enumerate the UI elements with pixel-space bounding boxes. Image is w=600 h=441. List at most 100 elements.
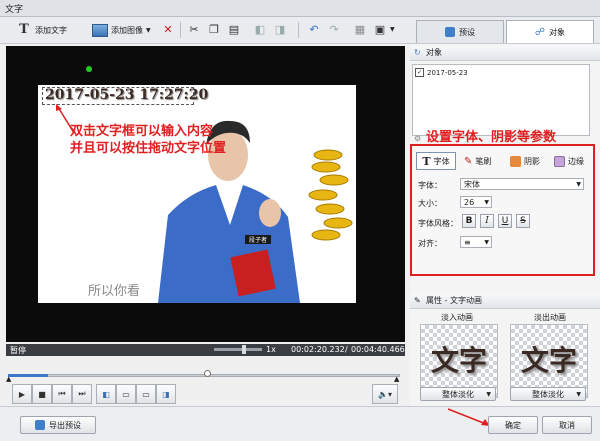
toolbar: T 添加文字 添加图像 ▼ ✕ ✂ ❐ ▤ ◧ ◨ ↶ ↷ ▦ ▣ ▼ — [0, 17, 410, 44]
add-image-label: 添加图像 — [111, 25, 143, 35]
strikethrough-button[interactable]: S — [516, 214, 530, 228]
image-icon — [92, 23, 108, 37]
italic-button[interactable]: I — [480, 214, 494, 228]
export-preset-label: 导出预设 — [49, 420, 81, 430]
tab-objects[interactable]: ☍ 对象 — [506, 20, 594, 43]
cancel-button[interactable]: 取消 — [542, 416, 592, 434]
animation-header-label: 属性 - 文字动画 — [426, 296, 482, 305]
undo-icon[interactable]: ↶ — [306, 23, 322, 37]
paste-icon[interactable]: ▤ — [226, 23, 242, 37]
bold-button[interactable]: B — [462, 214, 476, 228]
align-select[interactable]: ≡ ▼ — [460, 236, 492, 248]
zoom-slider-thumb[interactable] — [242, 345, 246, 354]
fade-out-sample-text: 文字 — [520, 344, 577, 377]
play-button[interactable]: ▶ — [12, 384, 32, 404]
tab-presets-label: 预设 — [459, 27, 475, 37]
zoom-level: 1x — [266, 345, 276, 354]
prev-frame-button[interactable]: ⏮ — [52, 384, 72, 404]
ok-button[interactable]: 确定 — [488, 416, 538, 434]
properties-icon: ✎ — [414, 296, 421, 305]
send-backward-icon[interactable]: ◨ — [272, 23, 288, 37]
fade-in-select[interactable]: 整体淡化 ▼ — [420, 387, 496, 401]
screen-icon[interactable]: ▣ — [372, 23, 388, 37]
animation-header: ✎ 属性 - 文字动画 — [410, 294, 600, 309]
tab-brush-label: 笔刷 — [475, 156, 492, 166]
brush-icon: ✎ — [464, 155, 473, 167]
annotation-arrow-ok — [447, 408, 490, 426]
time-current: 00:02:20.232 — [291, 345, 345, 354]
delete-icon[interactable]: ✕ — [160, 23, 176, 37]
rotate-handle[interactable] — [86, 66, 92, 72]
video-caption: 所以你看 — [88, 283, 140, 299]
checkbox-icon[interactable]: ✓ — [415, 68, 424, 77]
size-select[interactable]: 26 ▼ — [460, 196, 492, 208]
tab-presets[interactable]: 预设 — [416, 20, 504, 43]
right-panel: ↻ 对象 ✓ 2017-05-23 ⚙ 设置字体、阴影等参数 T 字体 ✎ 笔刷… — [410, 44, 600, 406]
add-image-button[interactable]: 添加图像 ▼ — [92, 21, 151, 39]
chevron-down-icon: ▼ — [484, 239, 489, 246]
tab-shadow-label: 阴影 — [524, 156, 540, 166]
toolbar-separator — [180, 22, 181, 38]
list-item[interactable]: ✓ 2017-05-23 — [415, 67, 585, 78]
add-text-label: 添加文字 — [35, 25, 67, 35]
fade-out-select[interactable]: 整体淡化 ▼ — [510, 387, 586, 401]
border-icon — [554, 155, 565, 167]
fade-in-select-label: 整体淡化 — [442, 389, 474, 399]
clip-mid-button[interactable]: ▭ — [116, 384, 136, 404]
size-value: 26 — [464, 198, 475, 207]
copy-icon[interactable]: ❐ — [206, 23, 222, 37]
tab-font[interactable]: T 字体 — [416, 152, 456, 170]
time-total: 00:04:40.466 — [351, 345, 405, 354]
text-icon: T — [19, 22, 29, 37]
timeline[interactable]: ▲ ▲ — [6, 370, 400, 383]
property-tabs: T 字体 ✎ 笔刷 阴影 边缘 — [416, 152, 590, 170]
timeline-playhead[interactable] — [204, 370, 211, 377]
presets-icon — [445, 27, 455, 37]
clip-export-icon: ◨ — [162, 389, 170, 399]
player-status: 暂停 — [10, 346, 26, 355]
tab-shadow[interactable]: 阴影 — [510, 152, 540, 170]
cancel-label: 取消 — [559, 420, 575, 430]
grid-icon[interactable]: ▦ — [352, 23, 368, 37]
export-preset-button[interactable]: 导出预设 — [20, 416, 96, 434]
volume-button[interactable]: 🔈▾ — [372, 384, 398, 404]
font-select[interactable]: 宋体 ▼ — [460, 178, 584, 190]
fade-in-sample-text: 文字 — [430, 344, 487, 377]
cut-icon[interactable]: ✂ — [186, 23, 202, 37]
stop-button[interactable]: ■ — [32, 384, 52, 404]
zoom-slider[interactable] — [214, 348, 262, 351]
ok-label: 确定 — [505, 420, 521, 430]
clip-mid-icon: ▭ — [122, 389, 130, 399]
tab-border[interactable]: 边缘 — [554, 152, 584, 170]
clip-export-button[interactable]: ◨ — [156, 384, 176, 404]
range-start-marker[interactable]: ▲ — [6, 375, 11, 383]
underline-button[interactable]: U — [498, 214, 512, 228]
screen-dropdown-icon[interactable]: ▼ — [390, 26, 395, 33]
font-properties-box: T 字体 ✎ 笔刷 阴影 边缘 字体： 宋体 ▼ 大小： 26 ▼ 字体风格： … — [410, 144, 595, 276]
style-label: 字体风格： — [418, 219, 458, 228]
redo-icon[interactable]: ↷ — [326, 23, 342, 37]
play-icon: ▶ — [18, 389, 26, 399]
shadow-icon — [510, 155, 521, 167]
tab-brush[interactable]: ✎ 笔刷 — [464, 152, 491, 170]
tab-objects-label: 对象 — [549, 27, 566, 37]
skip-back-icon: ⏮ — [58, 389, 66, 398]
dropdown-arrow-icon[interactable]: ▼ — [146, 27, 151, 34]
objects-header-label: 对象 — [426, 48, 442, 57]
tab-font-label: 字体 — [433, 156, 450, 166]
add-text-button[interactable]: T 添加文字 — [16, 21, 67, 39]
bottom-bar: 导出预设 确定 取消 — [0, 406, 600, 441]
overlay-date-text[interactable]: 2017-05-23 17:27:20 — [45, 87, 208, 103]
clip-out-button[interactable]: ▭ — [136, 384, 156, 404]
player-status-bar: 暂停 1x 00:02:20.232 / 00:04:40.466 — [6, 344, 405, 356]
range-end-marker[interactable]: ▲ — [394, 375, 399, 383]
next-frame-button[interactable]: ⏭ — [72, 384, 92, 404]
skip-forward-icon: ⏭ — [78, 389, 86, 398]
clip-in-button[interactable]: ◧ — [96, 384, 116, 404]
toolbar-separator — [298, 22, 299, 38]
bring-forward-icon[interactable]: ◧ — [252, 23, 268, 37]
align-label: 对齐： — [418, 239, 442, 248]
align-value: ≡ — [464, 238, 471, 247]
objects-header: ↻ 对象 — [410, 46, 600, 61]
video-frame-scene: 段子者 所以你看 — [38, 85, 356, 303]
